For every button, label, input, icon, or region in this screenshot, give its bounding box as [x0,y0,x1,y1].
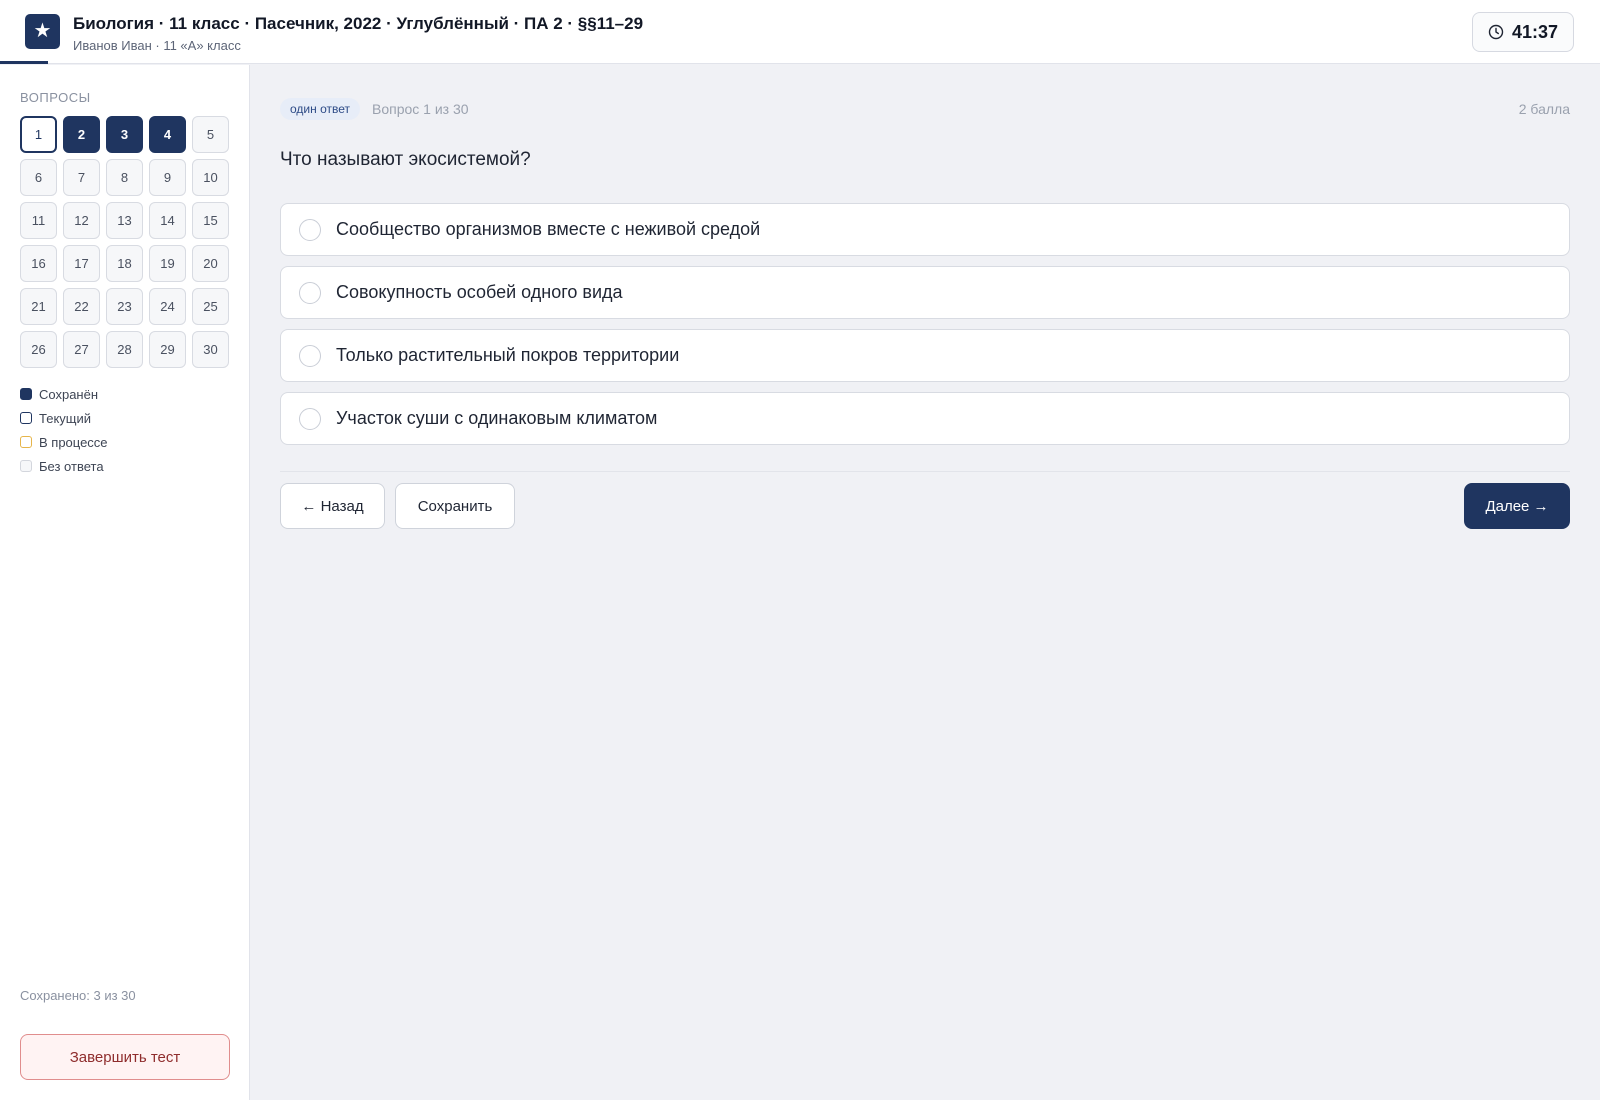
question-nav-10[interactable]: 10 [192,159,229,196]
save-button[interactable]: Сохранить [395,483,515,529]
legend-label: Без ответа [39,458,104,474]
question-nav-20[interactable]: 20 [192,245,229,282]
test-title: Биология · 11 класс · Пасечник, 2022 · У… [73,14,644,33]
answer-options: Сообщество организмов вместе с неживой с… [280,203,1570,455]
radio-button[interactable] [299,218,321,241]
status-legend: Сохранён Текущий В процессе Без ответа [20,382,108,478]
answer-option-4[interactable]: Участок суши с одинаковым климатом [280,392,1570,445]
star-icon: ★ [25,14,60,49]
question-nav-1[interactable]: 1 [20,116,57,153]
question-text: Что называют экосистемой? [280,149,531,170]
question-nav-3[interactable]: 3 [106,116,143,153]
question-nav-17[interactable]: 17 [63,245,100,282]
navigation-bar: ← Назад Сохранить Далее → [280,483,1570,529]
question-nav-19[interactable]: 19 [149,245,186,282]
top-bar: ★ Биология · 11 класс · Пасечник, 2022 ·… [0,0,1600,64]
radio-button[interactable] [299,344,321,367]
finish-test-button[interactable]: Завершить тест [20,1034,230,1080]
saved-count: Сохранено: 3 из 30 [20,988,136,1003]
timer: 41:37 [1472,12,1574,52]
question-nav-21[interactable]: 21 [20,288,57,325]
question-nav-14[interactable]: 14 [149,202,186,239]
legend-label: В процессе [39,434,108,450]
legend-label: Сохранён [39,386,99,402]
question-nav-15[interactable]: 15 [192,202,229,239]
legend-swatch [20,412,32,424]
question-nav-5[interactable]: 5 [192,116,229,153]
question-grid: 1 2 3 4 5 6 7 8 9 10 11 12 13 14 15 16 17 18 19 20 21 22 23 24 2… [20,116,229,368]
radio-button[interactable] [299,281,321,304]
question-nav-30[interactable]: 30 [192,331,229,368]
question-meta: один ответ Вопрос 1 из 30 [280,97,469,121]
question-nav-11[interactable]: 11 [20,202,57,239]
legend-swatch [20,436,32,448]
question-nav-29[interactable]: 29 [149,331,186,368]
legend-item-progress: В процессе [20,430,108,454]
radio-button[interactable] [299,407,321,430]
legend-item-empty: Без ответа [20,454,108,478]
question-points: 2 балла [1518,101,1570,117]
question-nav-8[interactable]: 8 [106,159,143,196]
legend-item-current: Текущий [20,406,108,430]
question-nav-13[interactable]: 13 [106,202,143,239]
divider [280,471,1570,472]
next-button[interactable]: Далее → [1464,483,1570,529]
question-nav-2[interactable]: 2 [63,116,100,153]
question-number: Вопрос 1 из 30 [372,101,469,117]
question-nav-12[interactable]: 12 [63,202,100,239]
answer-type-badge: один ответ [280,98,360,120]
question-nav-18[interactable]: 18 [106,245,143,282]
question-nav-9[interactable]: 9 [149,159,186,196]
answer-option-3[interactable]: Только растительный покров территории [280,329,1570,382]
option-label: Только растительный покров территории [336,345,680,365]
question-nav-23[interactable]: 23 [106,288,143,325]
question-nav-24[interactable]: 24 [149,288,186,325]
legend-swatch [20,460,32,472]
question-sidebar: ВОПРОСЫ 1 2 3 4 5 6 7 8 9 10 11 12 13 14 15 16 17 18 19 20 2… [0,65,250,1100]
question-nav-7[interactable]: 7 [63,159,100,196]
question-nav-6[interactable]: 6 [20,159,57,196]
question-nav-25[interactable]: 25 [192,288,229,325]
question-nav-28[interactable]: 28 [106,331,143,368]
question-nav-22[interactable]: 22 [63,288,100,325]
answer-option-2[interactable]: Совокупность особей одного вида [280,266,1570,319]
answer-option-1[interactable]: Сообщество организмов вместе с неживой с… [280,203,1570,256]
option-label: Сообщество организмов вместе с неживой с… [336,219,761,239]
sidebar-title: ВОПРОСЫ [20,90,91,105]
back-button[interactable]: ← Назад [280,483,385,529]
option-label: Совокупность особей одного вида [336,282,623,302]
question-nav-16[interactable]: 16 [20,245,57,282]
progress-bar [0,61,48,64]
legend-swatch [20,388,32,400]
question-nav-27[interactable]: 27 [63,331,100,368]
question-nav-26[interactable]: 26 [20,331,57,368]
student-info: Иванов Иван · 11 «А» класс [73,38,241,53]
clock-icon [1488,24,1504,40]
question-nav-4[interactable]: 4 [149,116,186,153]
legend-label: Текущий [39,410,91,426]
option-label: Участок суши с одинаковым климатом [336,408,658,428]
timer-value: 41:37 [1511,21,1559,42]
legend-item-saved: Сохранён [20,382,108,406]
